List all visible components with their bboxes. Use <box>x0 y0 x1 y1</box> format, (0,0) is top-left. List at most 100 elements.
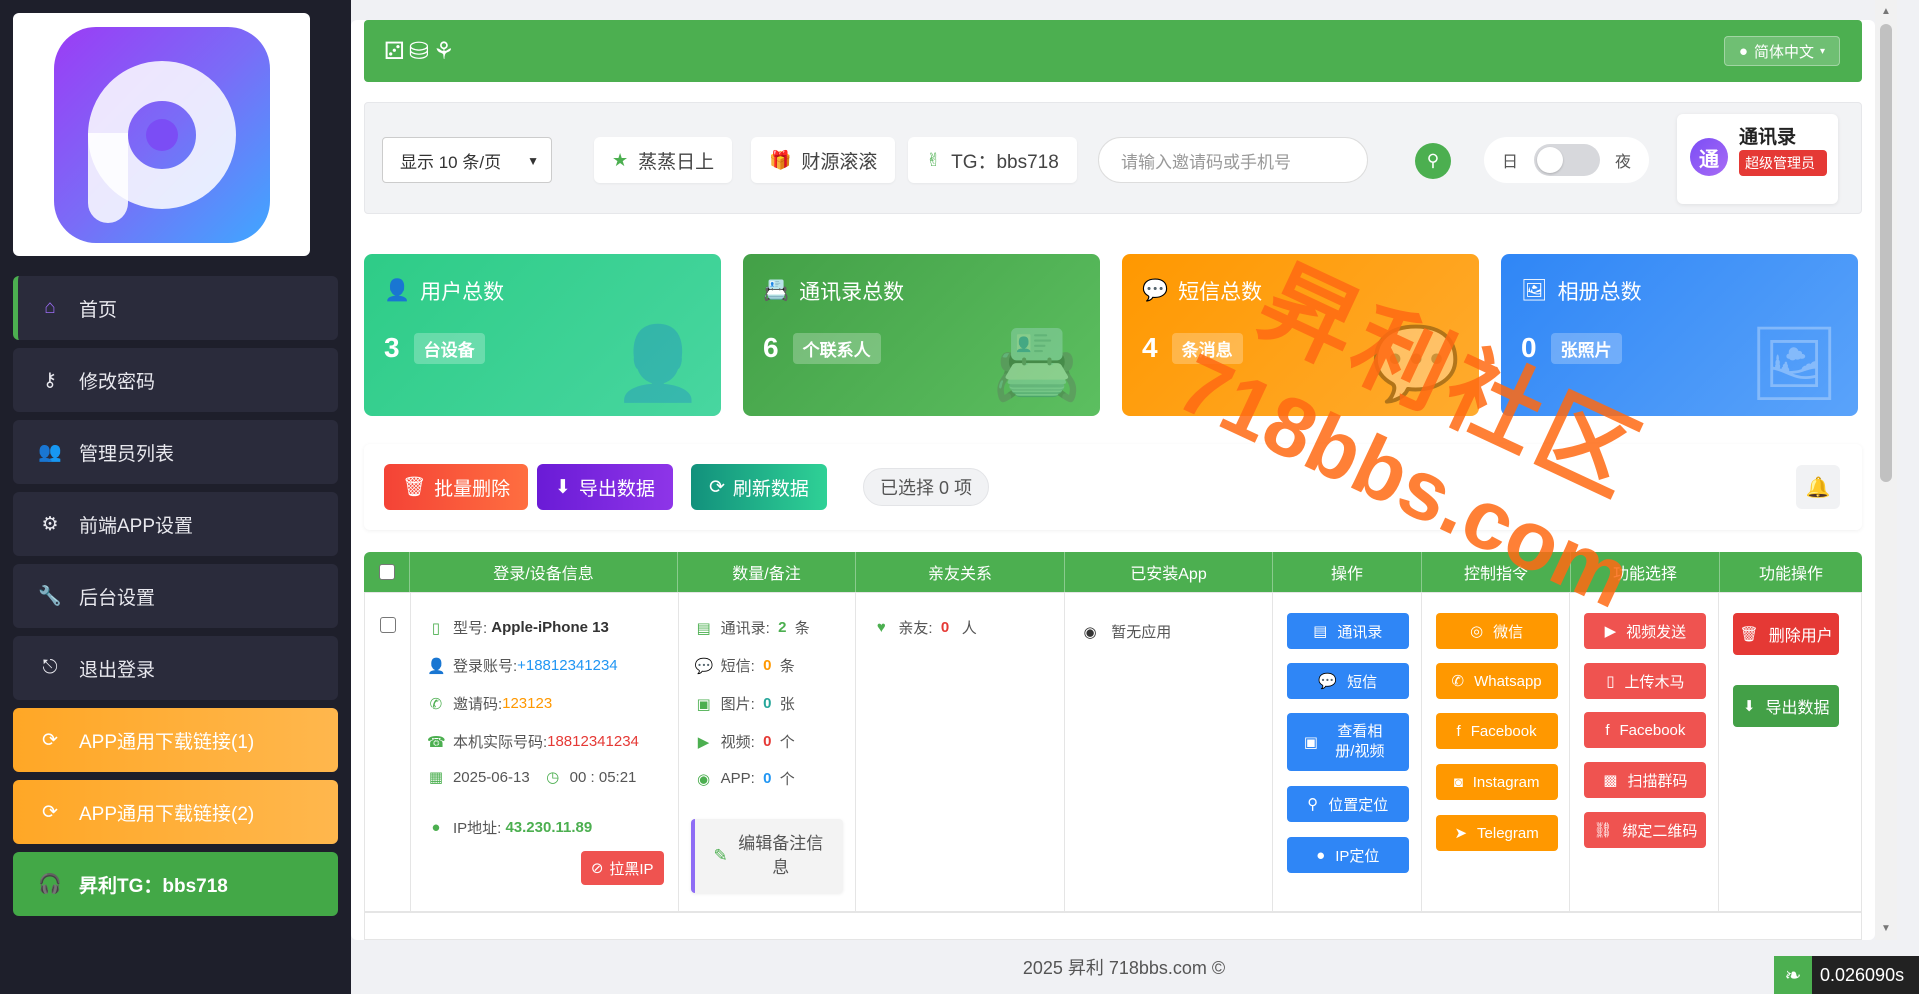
bind-qrcode-button[interactable]: ⛓ 绑定二维码 <box>1584 812 1707 848</box>
tag-label: TG：bbs718 <box>951 151 1059 173</box>
model-label: 型号: <box>452 620 488 637</box>
main-content: ⚂⛁⚘ ● 简体中文 ▾ 显示 10 条/页 ▼ ★ 蒸蒸日上 🎁 财源滚滚 ✌… <box>351 0 1897 940</box>
photos-count: 0 <box>763 695 772 712</box>
mobile-icon: ▯ <box>431 619 441 637</box>
edit-icon: ✎ <box>713 846 728 865</box>
gear-icon: ⚙ <box>41 513 59 535</box>
sidebar-item-label: 首页 <box>79 299 118 321</box>
delete-user-button[interactable]: 🗑 删除用户 <box>1733 613 1840 655</box>
friends-count: 0 <box>940 619 950 636</box>
app-label: APP: <box>720 770 755 787</box>
sidebar-item-app-settings[interactable]: ⚙ 前端APP设置 <box>13 492 338 556</box>
phone-label: 本机实际号码: <box>452 734 548 751</box>
sms-label: 短信: <box>720 658 755 675</box>
facebook-feature-button[interactable]: f Facebook <box>1584 712 1707 748</box>
stat-card-users: 👤 用户总数 3 台设备 👤 <box>364 254 721 416</box>
sidebar-download-link-2[interactable]: ⟳ APP通用下载链接(2) <box>13 780 338 844</box>
upload-trojan-button[interactable]: ▯ 上传木马 <box>1584 663 1707 699</box>
sidebar-item-home[interactable]: ⌂ 首页 <box>13 276 338 340</box>
app-logo <box>53 26 270 243</box>
contacts-button[interactable]: ▤ 通讯录 <box>1286 613 1409 649</box>
address-book-icon: ▤ <box>696 619 711 637</box>
scroll-down-icon[interactable]: ▼ <box>1881 923 1891 934</box>
instagram-button[interactable]: ◙ Instagram <box>1435 764 1558 800</box>
stat-unit: 台设备 <box>413 332 485 364</box>
export-user-data-button[interactable]: ⬇ 导出数据 <box>1733 685 1840 727</box>
ip-label: IP地址: <box>452 820 502 837</box>
view-album-button[interactable]: ▣ 查看相册/视频 <box>1286 713 1409 771</box>
row-checkbox[interactable] <box>380 617 396 633</box>
sidebar-download-link-1[interactable]: ⟳ APP通用下载链接(1) <box>13 708 338 772</box>
qrcode-icon: ▩ <box>1603 772 1618 789</box>
address-book-icon: 📇 <box>992 324 1082 404</box>
theme-switch[interactable] <box>1533 144 1600 176</box>
edit-note-button[interactable]: ✎ 编辑备注信息 <box>690 819 843 893</box>
ip-location-button[interactable]: ● IP定位 <box>1286 837 1409 873</box>
refresh-icon: ⟳ <box>709 476 725 498</box>
scrollbar-thumb[interactable] <box>1880 24 1892 482</box>
page-size-value: 显示 10 条/页 <box>400 152 502 172</box>
table-row <box>364 912 1862 940</box>
page-scrollbar[interactable]: ▲ ▼ <box>1875 0 1897 940</box>
location-button[interactable]: ⚲ 位置定位 <box>1286 786 1409 822</box>
android-icon: ◉ <box>1083 623 1097 641</box>
button-label: 查看相册/视频 <box>1335 723 1385 760</box>
batch-delete-button[interactable]: 🗑 批量删除 <box>384 464 529 510</box>
sidebar-item-admin-list[interactable]: 👥 管理员列表 <box>13 420 338 484</box>
button-label: IP定位 <box>1335 847 1380 865</box>
sidebar-item-change-password[interactable]: ⚷ 修改密码 <box>13 348 338 412</box>
scan-group-code-button[interactable]: ▩ 扫描群码 <box>1584 762 1707 798</box>
sidebar-item-label: APP通用下载链接(2) <box>79 803 255 825</box>
trash-icon: 🗑 <box>1739 626 1759 643</box>
button-label: 微信 <box>1493 623 1524 641</box>
key-icon: ⚷ <box>43 369 57 391</box>
photos-unit: 张 <box>779 696 795 713</box>
whatsapp-button[interactable]: ✆ Whatsapp <box>1435 663 1558 699</box>
language-label: 简体中文 <box>1753 43 1814 61</box>
stat-value: 6 <box>763 332 779 363</box>
tag-wealth: 🎁 财源滚滚 <box>751 137 896 183</box>
video-icon: ▶ <box>697 733 710 751</box>
export-data-button[interactable]: ⬇ 导出数据 <box>537 464 673 510</box>
timer-value: 0.026090s <box>1820 964 1905 985</box>
button-label: 通讯录 <box>1337 623 1383 641</box>
sidebar-item-backend-settings[interactable]: 🔧 后台设置 <box>13 564 338 628</box>
wechat-icon: ◎ <box>1470 623 1484 640</box>
button-label: 扫描群码 <box>1627 772 1688 790</box>
address-book-icon: 📇 <box>763 279 790 302</box>
facebook-icon: f <box>1456 722 1461 740</box>
wechat-button[interactable]: ◎ 微信 <box>1435 613 1558 649</box>
chevron-down-icon: ▼ <box>527 154 539 168</box>
sidebar-item-logout[interactable]: ⎋ 退出登录 <box>13 636 338 700</box>
map-marker-icon: ⚲ <box>1307 796 1319 813</box>
button-label: 批量删除 <box>434 478 511 500</box>
facebook-control-button[interactable]: f Facebook <box>1435 713 1558 749</box>
scroll-up-icon[interactable]: ▲ <box>1881 6 1891 17</box>
download-icon: ⬇ <box>555 476 571 498</box>
refresh-data-button[interactable]: ⟳ 刷新数据 <box>691 464 827 510</box>
blacklist-ip-button[interactable]: ⊘ 拉黑IP <box>580 851 664 885</box>
table-header-cell: 亲友关系 <box>856 552 1065 592</box>
globe-icon: ● <box>431 819 441 836</box>
telegram-button[interactable]: ➤ Telegram <box>1435 815 1558 851</box>
user-profile[interactable]: 通 通讯录 超级管理员 <box>1677 114 1838 204</box>
theme-toggle[interactable]: 日 夜 <box>1484 137 1649 183</box>
select-all-checkbox[interactable] <box>378 564 395 580</box>
page-size-select[interactable]: 显示 10 条/页 ▼ <box>382 137 552 183</box>
contacts-unit: 条 <box>794 620 810 637</box>
wrench-icon: 🔧 <box>38 586 62 607</box>
table-header-cell: 功能选择 <box>1571 552 1720 592</box>
language-dropdown[interactable]: ● 简体中文 ▾ <box>1723 36 1840 66</box>
refresh-icon: ⟳ <box>42 729 58 751</box>
download-icon: ⬇ <box>1742 698 1756 715</box>
table-header-cell: 控制指令 <box>1422 552 1571 592</box>
account-label: 登录账号: <box>452 658 518 675</box>
sms-button[interactable]: 💬 短信 <box>1286 663 1409 699</box>
search-button[interactable]: ⚲ <box>1415 143 1451 179</box>
video-send-button[interactable]: ▶ 视频发送 <box>1584 613 1707 649</box>
search-input[interactable]: 请输入邀请码或手机号 <box>1098 137 1368 183</box>
link-icon: ⛓ <box>1593 822 1613 839</box>
sidebar-tg-link[interactable]: 🎧 昇利TG：bbs718 <box>13 852 338 916</box>
bell-button[interactable]: 🔔 <box>1796 465 1840 509</box>
user-icon: 👤 <box>426 657 446 675</box>
